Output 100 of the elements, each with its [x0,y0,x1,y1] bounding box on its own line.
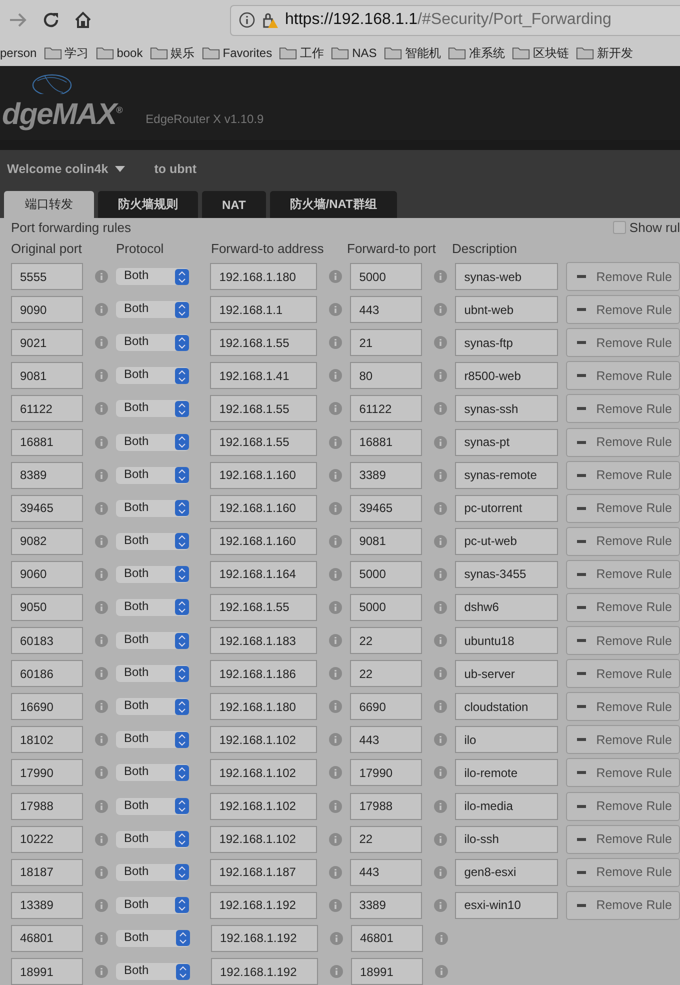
port-field[interactable]: 9082 [11,528,83,555]
port-field[interactable]: 46801 [351,924,423,952]
protocol-select[interactable]: Both [116,798,190,815]
folder-icon[interactable] [384,46,402,60]
port-field[interactable]: 22 [350,627,422,654]
remove-rule-button[interactable]: Remove Rule [566,858,680,887]
port-field[interactable]: 61122 [350,395,422,422]
remove-rule-button[interactable]: Remove Rule [566,328,680,358]
description-field[interactable]: r8500-web [455,362,558,390]
port-field[interactable]: 3389 [350,892,422,919]
reload-icon[interactable] [42,11,60,29]
address-field[interactable]: 192.168.1.55 [210,594,318,621]
address-field[interactable]: 192.168.1.187 [210,858,318,886]
remove-rule-button[interactable]: Remove Rule [566,494,680,523]
folder-icon[interactable] [150,46,168,60]
address-bar[interactable]: https://192.168.1.1/#Security/Port_Forwarding [230,4,680,36]
select-arrows-icon[interactable] [175,732,190,748]
port-field[interactable]: 9021 [11,329,83,356]
port-field[interactable]: 9050 [11,594,83,621]
select-arrows-icon[interactable] [175,897,190,914]
port-field[interactable]: 6690 [350,693,422,720]
port-field[interactable]: 16881 [350,428,422,456]
select-arrows-icon[interactable] [175,368,190,384]
description-field[interactable]: ubuntu18 [455,627,558,654]
select-arrows-icon[interactable] [176,930,190,946]
bookmark[interactable]: book [96,46,143,60]
tab[interactable]: 防火墙规则 [98,191,198,218]
select-arrows-icon[interactable] [175,268,190,285]
folder-icon[interactable] [331,46,350,60]
select-arrows-icon[interactable] [175,798,190,814]
remove-rule-button[interactable]: Remove Rule [566,394,680,424]
protocol-select[interactable]: Both [116,566,190,583]
port-field[interactable]: 443 [350,858,422,886]
description-field[interactable]: pc-utorrent [455,494,558,522]
remove-rule-button[interactable]: Remove Rule [566,824,680,854]
protocol-select[interactable]: Both [116,731,190,748]
remove-rule-button[interactable]: Remove Rule [566,428,680,457]
select-arrows-icon[interactable] [175,334,190,351]
protocol-select[interactable]: Both [116,466,190,484]
remove-rule-button[interactable]: Remove Rule [566,725,680,754]
folder-icon[interactable] [202,46,220,60]
description-field[interactable]: synas-ftp [455,329,558,356]
bookmark[interactable]: 准系统 [448,44,505,62]
bookmark[interactable]: person [0,46,37,60]
remove-rule-button[interactable]: Remove Rule [566,262,680,292]
address-field[interactable]: 192.168.1.55 [210,329,318,356]
remove-rule-button[interactable]: Remove Rule [566,460,680,490]
user-menu[interactable]: Welcome colin4k [7,162,108,176]
port-field[interactable]: 18187 [11,858,83,886]
protocol-select[interactable]: Both [116,301,190,318]
port-field[interactable]: 8389 [11,462,83,489]
address-field[interactable]: 192.168.1.55 [210,428,318,456]
port-field[interactable]: 5000 [350,560,422,588]
protocol-select[interactable]: Both [116,434,190,451]
select-arrows-icon[interactable] [175,302,190,318]
remove-rule-button[interactable]: Remove Rule [566,659,680,688]
port-field[interactable]: 46801 [11,924,83,952]
tab[interactable]: 防火墙/NAT群组 [270,191,397,218]
info-icon[interactable] [239,12,255,28]
address-field[interactable]: 192.168.1.160 [210,462,318,489]
select-arrows-icon[interactable] [176,964,190,980]
description-field[interactable]: synas-3455 [455,560,558,588]
home-icon[interactable] [74,11,92,29]
folder-icon[interactable] [512,46,530,60]
address-field[interactable]: 192.168.1.192 [211,958,318,985]
address-field[interactable]: 192.168.1.102 [210,759,318,786]
select-arrows-icon[interactable] [175,632,190,649]
select-arrows-icon[interactable] [175,864,190,880]
bookmark[interactable]: Favorites [202,46,272,60]
select-arrows-icon[interactable] [175,467,190,484]
address-field[interactable]: 192.168.1.160 [210,528,318,555]
select-arrows-icon[interactable] [175,599,190,616]
description-field[interactable]: ubnt-web [455,296,558,324]
port-field[interactable]: 5555 [11,263,83,290]
select-arrows-icon[interactable] [175,434,190,450]
description-field[interactable]: synas-ssh [455,395,558,422]
forward-icon[interactable] [8,12,28,28]
protocol-select[interactable]: Both [116,400,190,418]
description-field[interactable]: esxi-win10 [455,892,558,919]
folder-icon[interactable] [44,46,62,60]
address-field[interactable]: 192.168.1.183 [210,627,318,654]
remove-rule-button[interactable]: Remove Rule [566,526,680,556]
folder-icon[interactable] [448,46,466,60]
protocol-select[interactable]: Both [116,598,190,616]
description-field[interactable]: dshw6 [455,594,558,621]
protocol-select[interactable]: Both [116,532,190,550]
port-field[interactable]: 17988 [350,792,422,820]
protocol-select[interactable]: Both [116,334,190,352]
address-field[interactable]: 192.168.1.164 [210,560,318,588]
port-field[interactable]: 60186 [11,660,83,688]
protocol-select[interactable]: Both [116,698,190,716]
port-field[interactable]: 443 [350,726,422,754]
protocol-select[interactable]: Both [116,864,190,881]
folder-icon[interactable] [279,46,298,60]
remove-rule-button[interactable]: Remove Rule [566,626,680,656]
port-field[interactable]: 9090 [11,296,83,324]
address-field[interactable]: 192.168.1.102 [210,826,318,853]
protocol-select[interactable]: Both [116,764,190,782]
port-field[interactable]: 80 [350,362,422,390]
protocol-select[interactable]: Both [116,665,190,682]
